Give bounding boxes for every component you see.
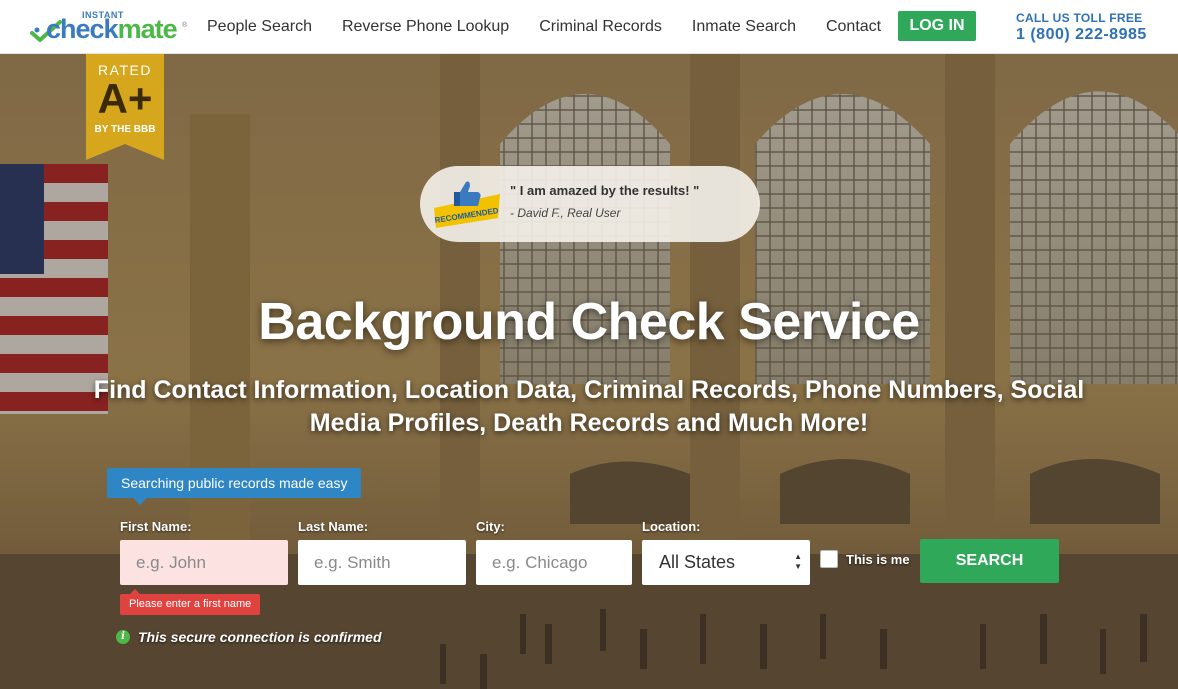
- hero-subtitle: Find Contact Information, Location Data,…: [93, 376, 1085, 437]
- toll-free-label: CALL US TOLL FREE: [1016, 11, 1143, 25]
- last-name-input[interactable]: [298, 540, 466, 585]
- location-select-value: All States: [659, 552, 736, 572]
- site-header: INSTANT checkmate ® People Search Revers…: [0, 0, 1178, 54]
- hero-section: RATED A+ BY THE BBB RECOMMENDED " I am a…: [0, 54, 1178, 689]
- bbb-grade: A+: [97, 75, 153, 122]
- recommended-thumbs-up-icon: RECOMMENDED: [434, 181, 500, 228]
- page-title: Background Check Service: [258, 293, 920, 351]
- main-nav: People Search Reverse Phone Lookup Crimi…: [192, 0, 896, 54]
- testimonial-bubble: RECOMMENDED " I am amazed by the results…: [420, 166, 760, 242]
- toll-free-contact: CALL US TOLL FREE 1 (800) 222-8985: [1016, 11, 1147, 44]
- first-name-input[interactable]: [120, 540, 288, 585]
- search-tooltip-text: Searching public records made easy: [121, 475, 348, 491]
- first-name-label: First Name:: [120, 519, 192, 534]
- secure-connection-text: This secure connection is confirmed: [138, 629, 382, 645]
- login-button[interactable]: LOG IN: [898, 11, 976, 41]
- testimonial-author: - David F., Real User: [510, 206, 621, 220]
- nav-reverse-phone-lookup[interactable]: Reverse Phone Lookup: [327, 18, 524, 36]
- first-name-error: Please enter a first name: [120, 589, 261, 615]
- nav-criminal-records[interactable]: Criminal Records: [524, 18, 677, 36]
- this-is-me-checkbox[interactable]: [820, 550, 838, 568]
- bbb-by-text: BY THE BBB: [94, 124, 156, 135]
- tooltip-arrow: [133, 498, 147, 505]
- location-label: Location:: [642, 519, 701, 534]
- nav-inmate-search[interactable]: Inmate Search: [677, 18, 811, 36]
- toll-free-number[interactable]: 1 (800) 222-8985: [1016, 26, 1147, 44]
- instant-checkmate-logo[interactable]: INSTANT checkmate ®: [30, 8, 192, 48]
- search-button[interactable]: SEARCH: [920, 539, 1059, 583]
- location-select[interactable]: All States ▲ ▼: [642, 540, 810, 585]
- nav-people-search[interactable]: People Search: [192, 18, 327, 36]
- nav-contact[interactable]: Contact: [811, 18, 896, 36]
- logo-wordmark: checkmate: [46, 14, 178, 44]
- bbb-rating-badge: RATED A+ BY THE BBB: [86, 54, 164, 160]
- select-up-down-icon: ▲ ▼: [794, 552, 802, 571]
- this-is-me-label[interactable]: This is me: [846, 552, 910, 567]
- logo-trademark: ®: [182, 22, 188, 29]
- city-label: City:: [476, 519, 505, 534]
- city-input[interactable]: [476, 540, 632, 585]
- last-name-label: Last Name:: [298, 519, 369, 534]
- info-icon: i: [116, 630, 130, 644]
- first-name-error-text: Please enter a first name: [129, 598, 252, 610]
- testimonial-quote: " I am amazed by the results! ": [510, 183, 700, 198]
- search-tooltip: Searching public records made easy: [107, 468, 362, 505]
- error-arrow: [130, 589, 140, 594]
